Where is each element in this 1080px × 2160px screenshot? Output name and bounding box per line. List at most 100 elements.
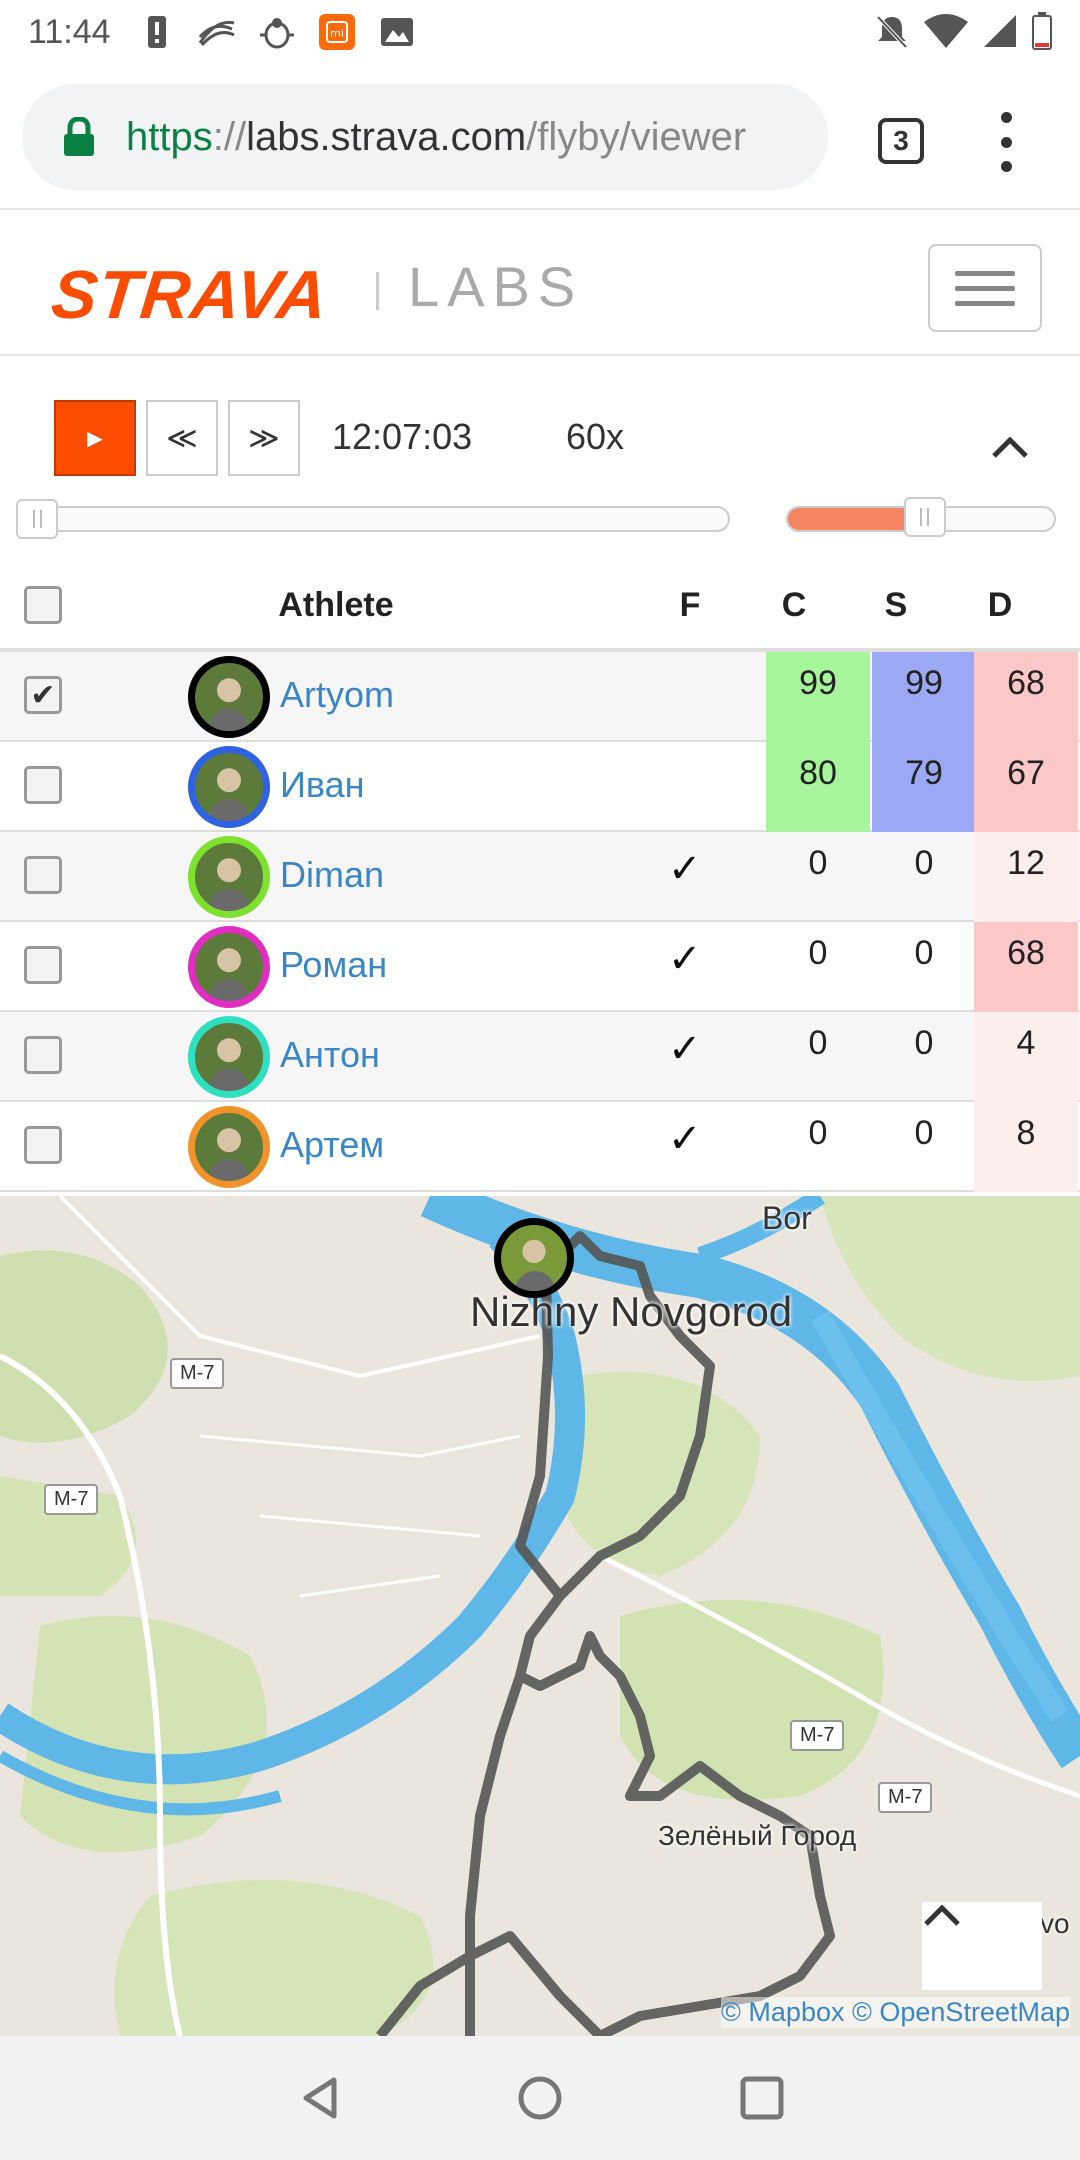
column-d: D	[987, 586, 1013, 624]
hamburger-menu-button[interactable]	[928, 244, 1042, 332]
avatar	[188, 746, 270, 828]
athlete-name-link[interactable]: Роман	[280, 944, 387, 986]
map-label-bor: Bor	[762, 1200, 812, 1236]
d-value: 67	[974, 742, 1078, 832]
swirl-icon	[197, 12, 237, 52]
table-row[interactable]: ✔ Artyom 99 99 68	[0, 652, 1080, 742]
mute-icon	[874, 13, 910, 54]
column-athlete: Athlete	[278, 586, 394, 624]
table-row[interactable]: Роман ✓ 0 0 68	[0, 922, 1080, 1012]
row-checkbox[interactable]	[24, 1036, 62, 1074]
map-label-edge: vo	[1040, 1908, 1070, 1939]
avatar	[188, 1016, 270, 1098]
row-checkbox[interactable]	[24, 946, 62, 984]
status-bar: 11:44 mi	[0, 0, 1080, 64]
tab-switcher-button[interactable]: 3	[878, 118, 924, 164]
battery-icon	[1032, 12, 1052, 55]
url-path: /flyby/viewer	[526, 114, 747, 159]
play-button[interactable]: ►	[54, 400, 136, 476]
map-attribution[interactable]: © Mapbox © OpenStreetMap	[721, 1997, 1070, 2028]
recents-icon[interactable]	[738, 2074, 786, 2122]
url-text: https://labs.strava.com/flyby/viewer	[126, 115, 746, 160]
speed-slider-handle[interactable]	[903, 497, 946, 537]
screen: 11:44 mi https://labs.strava.com/flyby/v…	[0, 0, 1080, 2160]
c-value: 80	[766, 742, 870, 832]
timeline-slider-handle[interactable]	[16, 499, 58, 539]
f-checkmark: ✓	[668, 937, 702, 981]
home-icon[interactable]	[516, 2074, 564, 2122]
s-value: 0	[914, 1024, 934, 1062]
avatar	[188, 656, 270, 738]
more-menu-icon[interactable]	[996, 112, 1016, 172]
timeline-slider[interactable]	[16, 499, 730, 539]
site-header: STRAVA LABS	[0, 210, 1080, 356]
playback-speed: 60x	[566, 416, 625, 457]
d-value: 68	[974, 652, 1078, 742]
f-checkmark: ✓	[668, 847, 702, 891]
url-separator: ://	[212, 114, 247, 159]
d-value: 68	[974, 922, 1078, 1012]
s-value: 99	[872, 652, 976, 742]
rewind-button[interactable]: ≪	[146, 400, 218, 476]
tab-count: 3	[893, 125, 909, 156]
c-value: 99	[766, 652, 870, 742]
system-nav-bar	[0, 2036, 1080, 2160]
labs-title: LABS	[408, 255, 584, 318]
table-row[interactable]: Антон ✓ 0 0 4	[0, 1012, 1080, 1102]
athlete-name-link[interactable]: Артем	[280, 1124, 384, 1166]
fast-forward-button[interactable]: ≫	[228, 400, 300, 476]
c-value: 0	[808, 934, 828, 972]
d-value: 12	[974, 832, 1078, 922]
athlete-name-link[interactable]: Антон	[280, 1034, 380, 1076]
table-row[interactable]: Артем ✓ 0 0 8	[0, 1102, 1080, 1192]
select-all-checkbox[interactable]	[24, 586, 62, 624]
d-value: 8	[974, 1102, 1078, 1192]
chevron-up-icon[interactable]	[990, 432, 1030, 462]
map-athlete-marker[interactable]	[494, 1218, 574, 1298]
avatar	[188, 1106, 270, 1188]
playback-controls: ► ≪ ≫ 12:07:03 60x	[0, 356, 1080, 556]
map-label-zeleny-gorod: Зелёный Город	[658, 1820, 857, 1851]
url-scheme: https	[126, 114, 213, 159]
athlete-table: Athlete F C S D ✔ Artyom 99 99 68 Иван 80 79 67 D…	[0, 556, 1080, 1192]
column-f: F	[679, 586, 701, 624]
row-checkbox[interactable]	[24, 766, 62, 804]
athlete-name-link[interactable]: Diman	[280, 854, 384, 896]
status-right-icons	[874, 12, 1052, 55]
alert-icon	[137, 12, 177, 52]
status-time: 11:44	[28, 12, 111, 51]
address-bar[interactable]: https://labs.strava.com/flyby/viewer	[22, 84, 828, 190]
s-value: 0	[914, 934, 934, 972]
column-c: C	[781, 586, 807, 624]
row-checkbox[interactable]	[24, 1126, 62, 1164]
row-checkbox[interactable]: ✔	[24, 676, 62, 714]
table-row[interactable]: Иван 80 79 67	[0, 742, 1080, 832]
athlete-name-link[interactable]: Иван	[280, 764, 365, 806]
column-s: S	[884, 586, 908, 624]
athlete-name-link[interactable]: Artyom	[280, 674, 394, 716]
wifi-icon	[924, 14, 968, 53]
bug-icon	[257, 12, 297, 52]
f-checkmark: ✓	[668, 1027, 702, 1071]
chevron-up-icon	[924, 1904, 960, 1926]
map-view[interactable]: Bor Nizhny Novgorod Зелёный Город vo M-7…	[0, 1196, 1080, 2036]
scroll-to-top-button[interactable]	[922, 1902, 1042, 1990]
road-shield: M-7	[44, 1484, 99, 1515]
road-shield: M-7	[790, 1720, 845, 1751]
back-icon[interactable]	[296, 2074, 344, 2122]
road-shield: M-7	[170, 1358, 225, 1389]
image-icon	[377, 12, 417, 52]
road-shield: M-7	[878, 1782, 933, 1813]
url-host: labs.strava.com	[246, 114, 527, 159]
table-body: ✔ Artyom 99 99 68 Иван 80 79 67 Diman ✓ 0 0 12 Роман ✓ 0…	[0, 652, 1080, 1192]
avatar	[188, 836, 270, 918]
row-checkbox[interactable]	[24, 856, 62, 894]
svg-text:mi: mi	[330, 27, 344, 40]
f-checkmark: ✓	[668, 1117, 702, 1161]
table-row[interactable]: Diman ✓ 0 0 12	[0, 832, 1080, 922]
logo-divider	[376, 272, 379, 310]
strava-logo[interactable]: STRAVA	[48, 256, 332, 334]
avatar	[188, 926, 270, 1008]
browser-toolbar: https://labs.strava.com/flyby/viewer 3	[0, 64, 1080, 210]
mi-icon: mi	[317, 12, 357, 52]
